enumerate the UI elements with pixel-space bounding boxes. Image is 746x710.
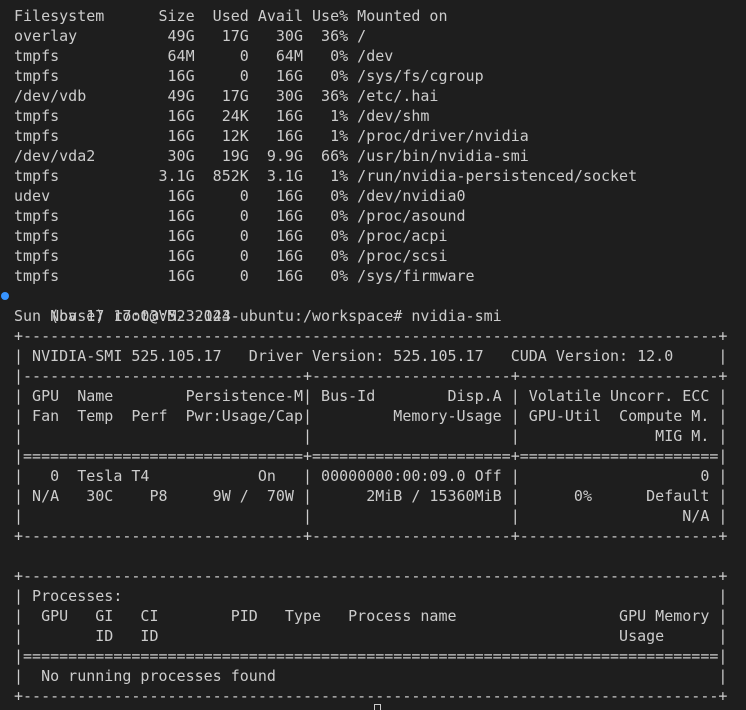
df-output: Filesystem Size Used Avail Use% Mounted … bbox=[14, 6, 746, 286]
df-output-line: tmpfs 16G 0 16G 0% /sys/fs/cgroup bbox=[14, 67, 484, 85]
nvidia-smi-line bbox=[14, 546, 746, 566]
df-output-line: tmpfs 64M 0 64M 0% /dev bbox=[14, 47, 394, 65]
df-output-line: udev 16G 0 16G 0% /dev/nvidia0 bbox=[14, 187, 466, 205]
df-output-line: overlay 49G 17G 30G 36% / bbox=[14, 27, 367, 45]
command-status-icon[interactable] bbox=[1, 292, 9, 300]
nvidia-smi-line: |===============================+=======… bbox=[14, 447, 728, 465]
df-output-line: tmpfs 16G 0 16G 0% /proc/scsi bbox=[14, 247, 448, 265]
df-output-line: Filesystem Size Used Avail Use% Mounted … bbox=[14, 7, 448, 25]
nvidia-smi-line: | | | N/A | bbox=[14, 507, 728, 525]
nvidia-smi-line: +---------------------------------------… bbox=[14, 327, 728, 345]
df-output-line: /dev/vdb 49G 17G 30G 36% /etc/.hai bbox=[14, 87, 439, 105]
nvidia-smi-line: +-------------------------------+-------… bbox=[14, 527, 728, 545]
nvidia-smi-line: | 0 Tesla T4 On | 00000000:00:09.0 Off |… bbox=[14, 467, 728, 485]
nvidia-smi-line: |=======================================… bbox=[14, 647, 728, 665]
nvidia-smi-line: | | | MIG M. | bbox=[14, 427, 728, 445]
df-output-line: tmpfs 16G 0 16G 0% /proc/asound bbox=[14, 207, 466, 225]
nvidia-smi-line: +---------------------------------------… bbox=[14, 687, 728, 705]
nvidia-smi-line: | No running processes found | bbox=[14, 667, 728, 685]
df-output-line: tmpfs 16G 0 16G 0% /proc/acpi bbox=[14, 227, 448, 245]
nvidia-smi-line: | ID ID Usage | bbox=[14, 627, 728, 645]
nvidia-smi-table: +---------------------------------------… bbox=[14, 326, 746, 706]
nvidia-smi-line: | Processes: | bbox=[14, 587, 728, 605]
nvidia-smi-line: | Fan Temp Perf Pwr:Usage/Cap| Memory-Us… bbox=[14, 407, 728, 425]
text-cursor-icon bbox=[374, 704, 381, 710]
df-output-line: /dev/vda2 30G 19G 9.9G 66% /usr/bin/nvid… bbox=[14, 147, 529, 165]
nvidia-smi-line: +---------------------------------------… bbox=[14, 567, 728, 585]
df-output-line: tmpfs 3.1G 852K 3.1G 1% /run/nvidia-pers… bbox=[14, 167, 638, 185]
nvidia-smi-line: | N/A 30C P8 9W / 70W | 2MiB / 15360MiB … bbox=[14, 487, 728, 505]
df-output-line: tmpfs 16G 0 16G 0% /sys/firmware bbox=[14, 267, 475, 285]
terminal-output[interactable]: Filesystem Size Used Avail Use% Mounted … bbox=[1, 6, 746, 706]
timestamp: Sun Nov 17 17:03:52 2024 bbox=[14, 307, 231, 325]
nvidia-smi-line: | GPU Name Persistence-M| Bus-Id Disp.A … bbox=[14, 387, 728, 405]
df-output-line: tmpfs 16G 24K 16G 1% /dev/shm bbox=[14, 107, 430, 125]
nvidia-smi-line: |-------------------------------+-------… bbox=[14, 367, 728, 385]
nvidia-smi-line: | NVIDIA-SMI 525.105.17 Driver Version: … bbox=[14, 347, 728, 365]
df-output-line: tmpfs 16G 12K 16G 1% /proc/driver/nvidia bbox=[14, 127, 529, 145]
nvidia-smi-line: | GPU GI CI PID Type Process name GPU Me… bbox=[14, 607, 728, 625]
command-prompt-line: (base) root@VM-3-143-ubuntu:/workspace# … bbox=[1, 286, 746, 325]
